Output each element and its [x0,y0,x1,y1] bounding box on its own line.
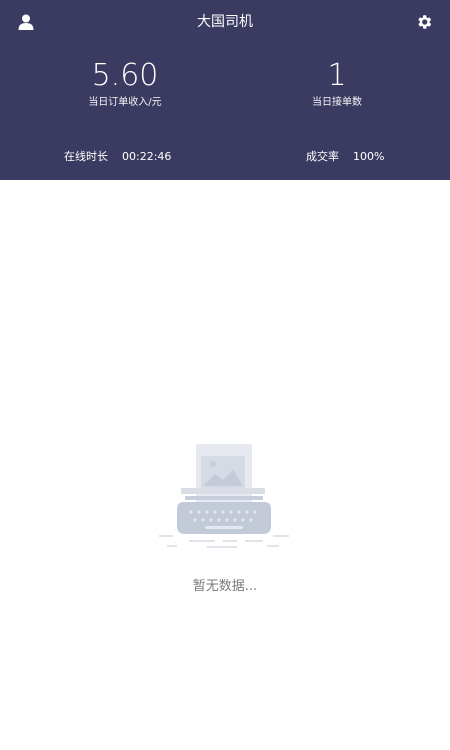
daily-income-label: 当日订单收入/元 [88,97,162,108]
daily-income-stat: 5.60 当日订单收入/元 [25,58,225,110]
daily-income-value: 5.60 [91,58,159,93]
daily-orders-label: 当日接单数 [312,97,362,108]
online-duration: 在线时长 00:22:46 [64,150,171,164]
settings-button[interactable] [412,10,436,34]
app-title: 大国司机 [197,14,253,30]
online-duration-label: 在线时长 [64,150,108,163]
daily-orders-value: 1 [327,58,347,93]
driver-home-page: 大国司机 5.60 当日订单收入/元 1 当日接单数 在线时长 00:22:46 … [0,0,450,750]
typewriter-icon [159,444,289,548]
online-duration-value: 00:22:46 [122,150,172,163]
deal-rate: 成交率 100% [306,150,384,164]
deal-rate-value: 100% [353,150,385,163]
dashboard-header: 大国司机 5.60 当日订单收入/元 1 当日接单数 在线时长 00:22:46 … [0,0,450,180]
empty-state: 暂无数据... [0,436,450,596]
daily-orders-stat: 1 当日接单数 [237,58,437,110]
empty-state-text: 暂无数据... [192,579,258,594]
top-bar: 大国司机 [0,0,450,44]
gear-icon [418,15,432,29]
deal-rate-label: 成交率 [306,150,339,163]
